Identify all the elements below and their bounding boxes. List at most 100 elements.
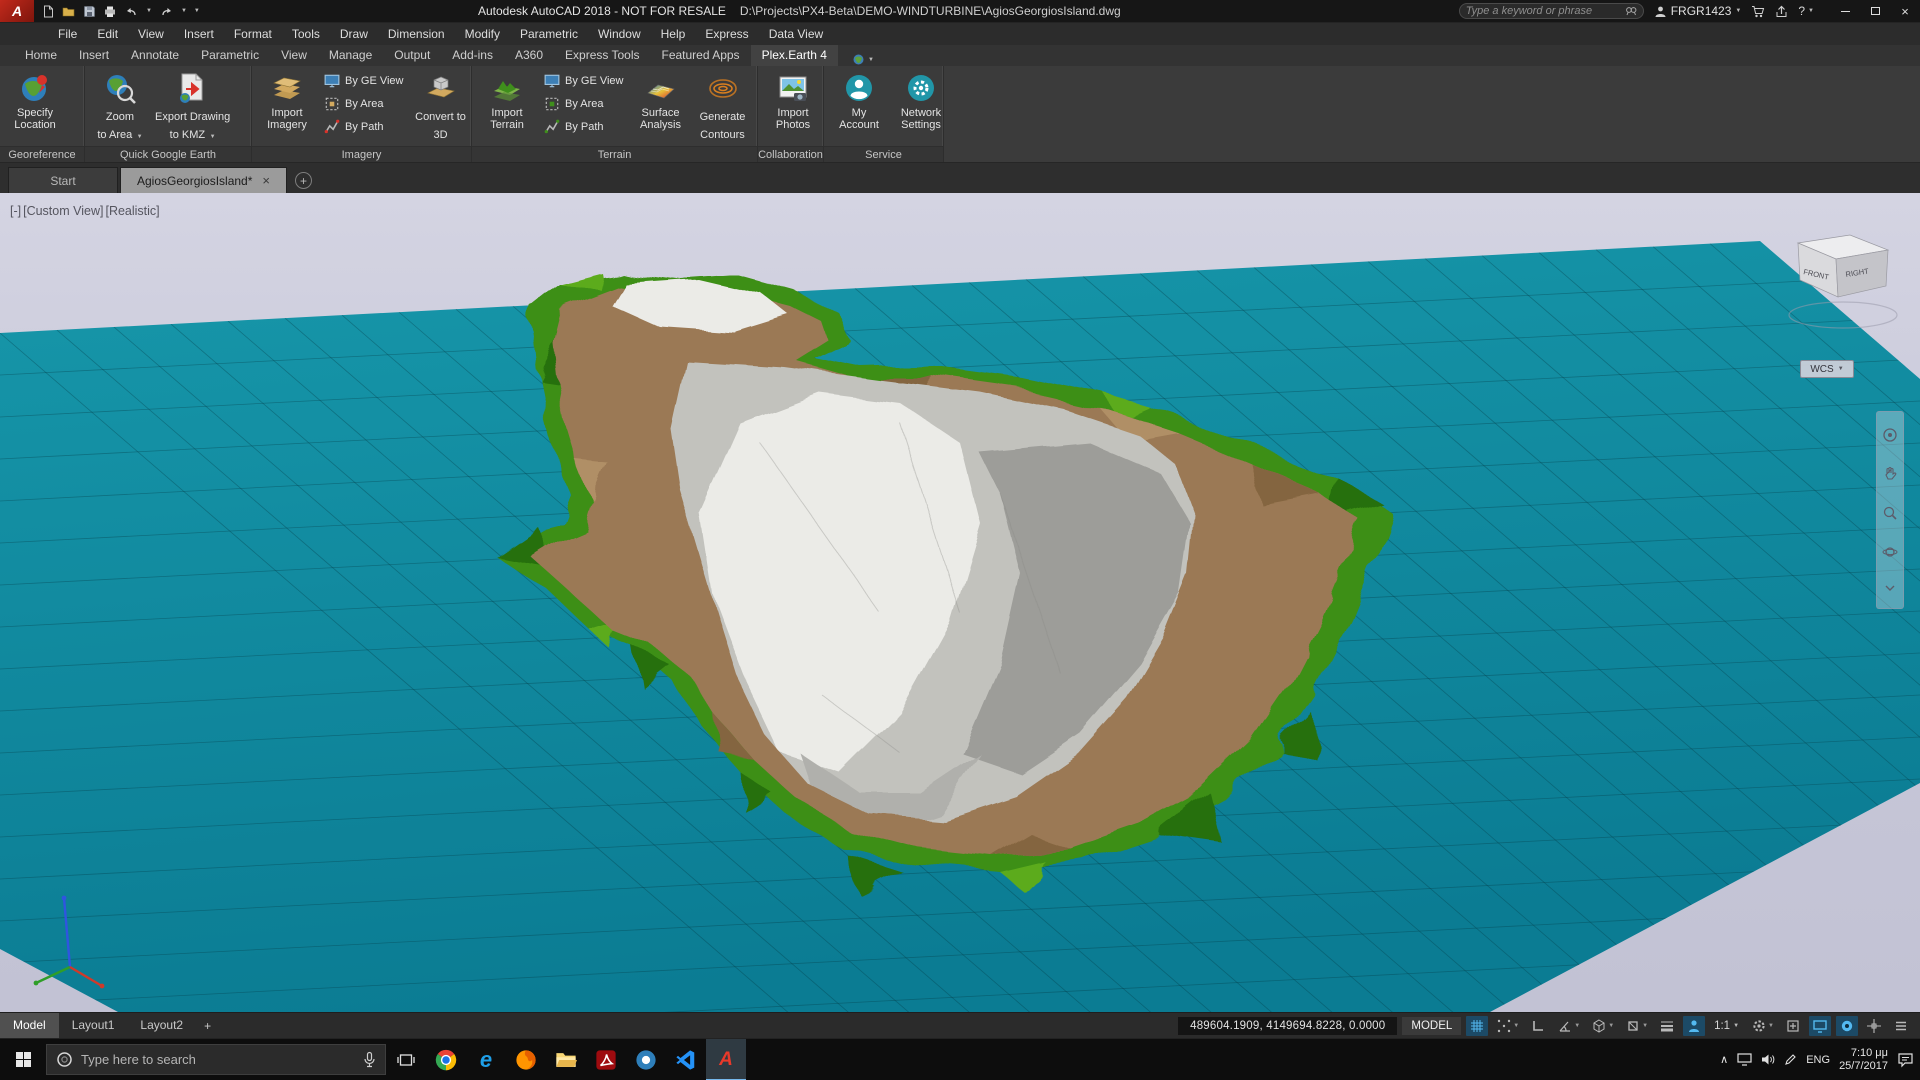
app-circle-icon[interactable] bbox=[626, 1039, 666, 1080]
tab-plex-earth[interactable]: Plex.Earth 4 bbox=[750, 45, 838, 66]
terrain-by-ge-view-button[interactable]: By GE View bbox=[540, 71, 628, 91]
tray-pen-icon[interactable] bbox=[1784, 1053, 1797, 1066]
polar-tracking-toggle[interactable]: ▼ bbox=[1554, 1016, 1583, 1036]
task-view-button[interactable] bbox=[386, 1039, 426, 1080]
autocad-taskbar-icon[interactable]: A bbox=[706, 1038, 746, 1080]
ortho-toggle[interactable] bbox=[1527, 1016, 1549, 1036]
plot-printer-icon[interactable] bbox=[103, 5, 117, 18]
start-button[interactable] bbox=[0, 1039, 46, 1080]
annotation-monitor-button[interactable] bbox=[1782, 1016, 1804, 1036]
open-folder-icon[interactable] bbox=[62, 5, 76, 18]
view-control[interactable]: [Custom View] bbox=[23, 204, 103, 218]
zoom-icon[interactable] bbox=[1882, 505, 1898, 521]
wcs-badge[interactable]: WCS ▼ bbox=[1800, 360, 1854, 378]
annotation-visibility-toggle[interactable] bbox=[1683, 1015, 1706, 1036]
layout-tab-layout1[interactable]: Layout1 bbox=[59, 1013, 128, 1039]
menu-express[interactable]: Express bbox=[695, 23, 758, 46]
isodraft-toggle[interactable]: ▼ bbox=[1588, 1016, 1617, 1036]
tab-featured-apps[interactable]: Featured Apps bbox=[651, 45, 751, 66]
help-search-input[interactable] bbox=[1465, 5, 1621, 17]
menu-format[interactable]: Format bbox=[224, 23, 282, 46]
nav-wheel-icon[interactable] bbox=[1882, 427, 1898, 443]
file-explorer-icon[interactable] bbox=[546, 1039, 586, 1080]
import-terrain-button[interactable]: Import Terrain bbox=[476, 68, 538, 131]
cart-icon[interactable] bbox=[1751, 5, 1765, 18]
autocad-logo[interactable]: A bbox=[0, 0, 34, 22]
viewport-menu-control[interactable]: [-] bbox=[10, 204, 21, 218]
tab-insert[interactable]: Insert bbox=[68, 45, 120, 66]
imagery-by-path-button[interactable]: By Path bbox=[320, 117, 408, 137]
snap-toggle[interactable]: ▼ bbox=[1493, 1016, 1522, 1036]
specify-location-button[interactable]: Specify Location bbox=[4, 68, 66, 131]
qat-customize-caret-icon[interactable]: ▼ bbox=[194, 8, 200, 14]
menu-data-view[interactable]: Data View bbox=[759, 23, 833, 46]
menu-parametric[interactable]: Parametric bbox=[510, 23, 588, 46]
vscode-icon[interactable] bbox=[666, 1039, 706, 1080]
clock[interactable]: 7:10 μμ 25/7/2017 bbox=[1839, 1047, 1888, 1073]
annotation-scale-button[interactable]: 1:1 ▼ bbox=[1710, 1018, 1743, 1034]
file-tab-drawing[interactable]: AgiosGeorgiosIsland* × bbox=[120, 167, 287, 193]
edge-icon[interactable]: e bbox=[466, 1039, 506, 1080]
visual-style-control[interactable]: [Realistic] bbox=[105, 204, 159, 218]
grid-toggle[interactable] bbox=[1466, 1015, 1489, 1036]
imagery-by-ge-view-button[interactable]: By GE View bbox=[320, 71, 408, 91]
menu-tools[interactable]: Tools bbox=[282, 23, 330, 46]
tab-overflow-button[interactable]: ▼ bbox=[846, 53, 880, 66]
share-icon[interactable] bbox=[1775, 5, 1788, 18]
tray-display-icon[interactable] bbox=[1737, 1053, 1752, 1066]
menu-help[interactable]: Help bbox=[651, 23, 696, 46]
menu-dimension[interactable]: Dimension bbox=[378, 23, 455, 46]
search-binoculars-icon[interactable] bbox=[1625, 5, 1637, 17]
panel-label-imagery[interactable]: Imagery bbox=[252, 146, 471, 162]
navigation-bar[interactable] bbox=[1876, 411, 1904, 609]
undo-caret-icon[interactable]: ▼ bbox=[146, 8, 152, 14]
cortana-icon[interactable] bbox=[56, 1051, 73, 1068]
taskbar-search-box[interactable] bbox=[46, 1044, 386, 1075]
minimize-button[interactable] bbox=[1830, 0, 1860, 22]
drawing-viewport[interactable]: FRONT RIGHT [-] [Custom View] [Realistic… bbox=[0, 193, 1920, 1012]
tab-parametric[interactable]: Parametric bbox=[190, 45, 270, 66]
import-imagery-button[interactable]: Import Imagery bbox=[256, 68, 318, 131]
maximize-button[interactable] bbox=[1860, 0, 1890, 22]
export-kmz-button[interactable]: Export Drawing to KMZ ▼ bbox=[151, 68, 234, 143]
help-search-box[interactable] bbox=[1458, 3, 1644, 19]
tab-express-tools[interactable]: Express Tools bbox=[554, 45, 650, 66]
help-question-button[interactable]: ? ▼ bbox=[1798, 4, 1814, 18]
menu-modify[interactable]: Modify bbox=[455, 23, 510, 46]
panel-label-quick-google-earth[interactable]: Quick Google Earth bbox=[85, 146, 251, 162]
mic-icon[interactable] bbox=[363, 1051, 376, 1068]
menu-window[interactable]: Window bbox=[588, 23, 651, 46]
panel-label-service[interactable]: Service bbox=[824, 146, 943, 162]
chrome-icon[interactable] bbox=[426, 1039, 466, 1080]
clean-screen-button[interactable] bbox=[1863, 1016, 1885, 1036]
redo-caret-icon[interactable]: ▼ bbox=[181, 8, 187, 14]
menu-view[interactable]: View bbox=[128, 23, 174, 46]
model-space-button[interactable]: MODEL bbox=[1402, 1016, 1462, 1035]
taskbar-search-input[interactable] bbox=[81, 1052, 355, 1067]
orbit-icon[interactable] bbox=[1882, 544, 1898, 560]
layout-tab-layout2[interactable]: Layout2 bbox=[127, 1013, 196, 1039]
menu-draw[interactable]: Draw bbox=[330, 23, 378, 46]
surface-analysis-button[interactable]: Surface Analysis bbox=[630, 68, 692, 131]
network-settings-button[interactable]: Network Settings bbox=[890, 68, 952, 131]
customization-button[interactable] bbox=[1890, 1016, 1912, 1036]
tab-home[interactable]: Home bbox=[14, 45, 68, 66]
my-account-button[interactable]: My Account bbox=[828, 68, 890, 131]
coordinates-display[interactable]: 489604.1909, 4149694.8228, 0.0000 bbox=[1178, 1016, 1398, 1035]
redo-icon[interactable] bbox=[159, 5, 174, 18]
tab-view[interactable]: View bbox=[270, 45, 318, 66]
panel-label-collaboration[interactable]: Collaboration bbox=[758, 146, 823, 162]
tray-volume-icon[interactable] bbox=[1761, 1053, 1775, 1066]
workspace-switching-button[interactable]: ▼ bbox=[1748, 1016, 1777, 1036]
terrain-by-area-button[interactable]: By Area bbox=[540, 94, 628, 114]
menu-insert[interactable]: Insert bbox=[174, 23, 224, 46]
tab-manage[interactable]: Manage bbox=[318, 45, 383, 66]
tray-expand-icon[interactable]: ∧ bbox=[1720, 1053, 1728, 1066]
language-indicator[interactable]: ENG bbox=[1806, 1054, 1830, 1066]
new-layout-button[interactable]: + bbox=[196, 1019, 219, 1033]
tab-a360[interactable]: A360 bbox=[504, 45, 554, 66]
panel-label-terrain[interactable]: Terrain bbox=[472, 146, 757, 162]
acrobat-icon[interactable] bbox=[586, 1039, 626, 1080]
lineweight-toggle[interactable] bbox=[1656, 1016, 1678, 1036]
panel-label-georeference[interactable]: Georeference bbox=[0, 146, 84, 162]
